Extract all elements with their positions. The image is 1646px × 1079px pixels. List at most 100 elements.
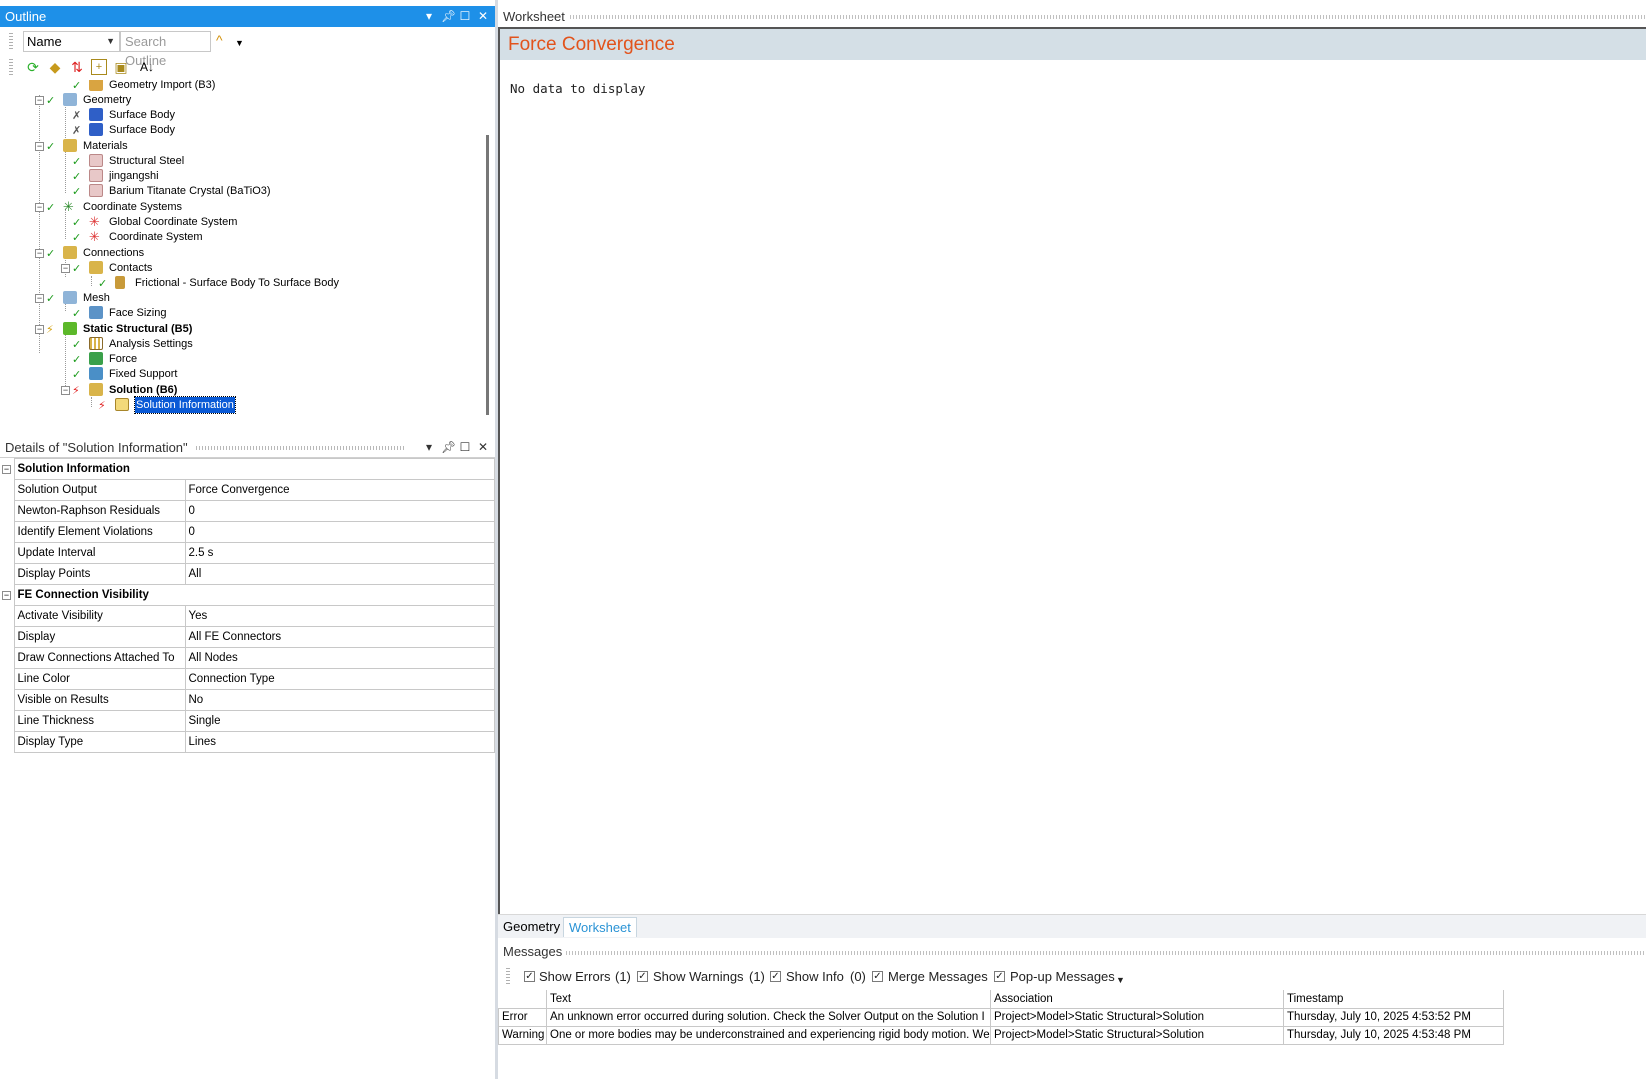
check-icon: ✓ <box>72 369 82 381</box>
collapse-toggle-static-structural[interactable]: − <box>35 325 44 334</box>
folder-icon[interactable]: ▣ <box>113 59 129 75</box>
association-column-header[interactable]: Association <box>990 990 1284 1009</box>
geometry-icon <box>63 93 77 106</box>
close-icon[interactable]: ✕ <box>477 437 489 458</box>
property-name: Visible on Results <box>13 689 186 711</box>
message-timestamp: Thursday, July 10, 2025 4:53:52 PM <box>1283 1007 1504 1027</box>
tree-line <box>91 397 92 407</box>
details-row[interactable]: Display Type Lines <box>0 731 495 753</box>
show-errors-checkbox[interactable]: ✓ <box>524 971 535 982</box>
mesh-icon <box>63 291 77 304</box>
dropdown-icon[interactable]: ▾ <box>423 6 435 27</box>
details-row[interactable]: Newton-Raphson Residuals 0 <box>0 500 495 522</box>
details-group-toggle[interactable]: − <box>0 585 14 606</box>
tree-line <box>91 276 92 286</box>
maximize-icon[interactable]: ☐ <box>459 437 471 458</box>
coordinate-system-icon: ✳ <box>89 214 100 229</box>
property-value[interactable]: 0 <box>184 500 495 522</box>
details-row[interactable]: Draw Connections Attached To All Nodes <box>0 647 495 669</box>
name-select[interactable]: Name ▼ <box>23 31 120 52</box>
messages-title-bar: Messages <box>498 942 1646 962</box>
check-icon: ✓ <box>72 186 82 198</box>
error-lightning-icon: ⚡ <box>72 385 80 397</box>
details-row[interactable]: Display All FE Connectors <box>0 626 495 648</box>
property-value[interactable]: Single <box>184 710 495 732</box>
tag-icon[interactable]: ◆ <box>47 59 63 75</box>
collapse-toggle-contacts[interactable]: − <box>61 264 70 273</box>
details-row[interactable]: Display Points All <box>0 563 495 585</box>
timestamp-column-header[interactable]: Timestamp <box>1283 990 1504 1009</box>
property-value[interactable]: All Nodes <box>184 647 495 669</box>
message-row[interactable]: Warning One or more bodies may be underc… <box>498 1025 1504 1045</box>
toolbar-grip-2[interactable] <box>9 59 13 77</box>
check-icon: ✓ <box>72 171 82 183</box>
connections-icon <box>63 246 77 259</box>
merge-messages-checkbox[interactable]: ✓ <box>872 971 883 982</box>
search-options-icon[interactable]: ▼ <box>235 38 244 48</box>
property-name: Solution Output <box>13 479 186 501</box>
dropdown-icon[interactable]: ▾ <box>423 437 435 458</box>
type-column-header[interactable] <box>498 990 547 1009</box>
property-value[interactable]: Yes <box>184 605 495 627</box>
chevron-down-icon: ▼ <box>106 36 115 46</box>
collapse-toggle-mesh[interactable]: − <box>35 294 44 303</box>
details-group-toggle[interactable]: − <box>0 459 14 480</box>
details-row[interactable]: Solution Output Force Convergence <box>0 479 495 501</box>
pin-icon[interactable]: 📌︎ <box>441 6 456 27</box>
outline-scrollbar[interactable] <box>486 135 489 415</box>
tree-item-label: Connections <box>83 247 145 259</box>
text-column-header[interactable]: Text <box>546 990 991 1009</box>
collapse-toggle-coordinate-systems[interactable]: − <box>35 203 44 212</box>
show-warnings-checkbox[interactable]: ✓ <box>637 971 648 982</box>
property-value[interactable]: Lines <box>184 731 495 753</box>
expand-all-icon[interactable]: + <box>91 59 107 75</box>
collapse-toggle-solution[interactable]: − <box>61 386 70 395</box>
details-row[interactable]: Line Color Connection Type <box>0 668 495 690</box>
sort-alpha-icon[interactable]: A↓ <box>135 59 159 75</box>
show-info-checkbox[interactable]: ✓ <box>770 971 781 982</box>
property-value[interactable]: Force Convergence <box>184 479 495 501</box>
search-up-icon[interactable]: ^ <box>216 32 223 48</box>
property-value[interactable]: All FE Connectors <box>184 626 495 648</box>
right-pane: Worksheet Force Convergence No data to d… <box>498 0 1646 1079</box>
worksheet-title-bar: Worksheet <box>498 6 1646 27</box>
property-value[interactable]: No <box>184 689 495 711</box>
details-row[interactable]: Line Thickness Single <box>0 710 495 732</box>
sort-icon[interactable]: ⇅ <box>69 59 85 75</box>
check-icon: ✓ <box>72 263 82 275</box>
tree-line <box>65 332 66 392</box>
analysis-settings-icon <box>89 337 103 350</box>
tab-worksheet[interactable]: Worksheet <box>563 917 637 937</box>
face-sizing-icon <box>89 306 103 319</box>
popup-messages-checkbox[interactable]: ✓ <box>994 971 1005 982</box>
collapse-toggle-connections[interactable]: − <box>35 249 44 258</box>
details-group-row[interactable]: − Solution Information <box>0 458 495 480</box>
tab-geometry[interactable]: Geometry <box>498 917 565 937</box>
refresh-icon[interactable]: ⟳ <box>25 59 41 75</box>
tree-item-label: Contacts <box>109 262 153 274</box>
message-row[interactable]: Error An unknown error occurred during s… <box>498 1007 1504 1027</box>
check-icon: ✓ <box>46 202 56 214</box>
toolbar-grip[interactable] <box>9 33 13 51</box>
property-value[interactable]: All <box>184 563 495 585</box>
property-value[interactable]: 0 <box>184 521 495 543</box>
chevron-down-icon[interactable]: ▼ <box>1116 969 1125 991</box>
info-count: (0) <box>850 969 866 984</box>
details-row[interactable]: Update Interval 2.5 s <box>0 542 495 564</box>
lightning-check-icon: ⚡ <box>46 324 54 336</box>
maximize-icon[interactable]: ☐ <box>459 6 471 27</box>
check-icon: ✓ <box>72 308 82 320</box>
details-group-row[interactable]: − FE Connection Visibility <box>0 584 495 606</box>
toolbar-grip[interactable] <box>506 968 510 986</box>
property-value[interactable]: 2.5 s <box>184 542 495 564</box>
search-outline-input[interactable]: Search Outline <box>120 31 211 68</box>
property-value[interactable]: Connection Type <box>184 668 495 690</box>
details-row[interactable]: Identify Element Violations 0 <box>0 521 495 543</box>
collapse-toggle-geometry[interactable]: − <box>35 96 44 105</box>
details-row[interactable]: Activate Visibility Yes <box>0 605 495 627</box>
pin-icon[interactable]: 📌︎ <box>441 437 456 458</box>
check-icon: ✓ <box>72 80 82 92</box>
close-icon[interactable]: ✕ <box>477 6 489 27</box>
collapse-toggle-materials[interactable]: − <box>35 142 44 151</box>
details-row[interactable]: Visible on Results No <box>0 689 495 711</box>
